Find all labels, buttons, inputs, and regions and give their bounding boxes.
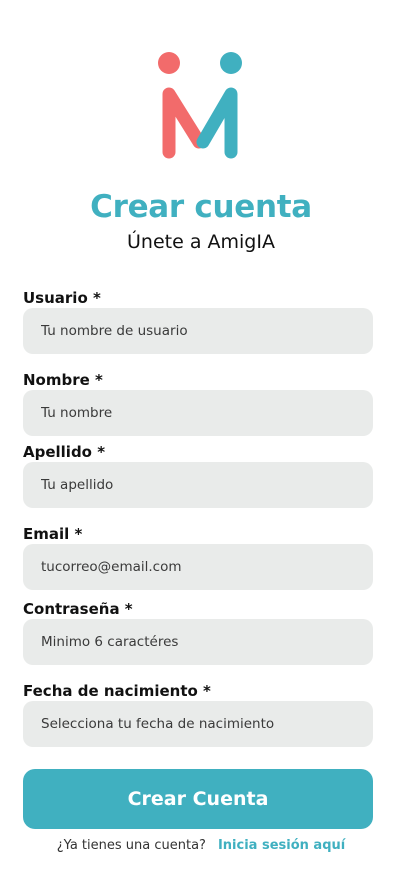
first-name-label: Nombre * — [23, 371, 103, 389]
create-account-button[interactable]: Crear Cuenta — [23, 769, 373, 829]
username-label: Usuario * — [23, 289, 101, 307]
username-input[interactable] — [23, 308, 373, 354]
last-name-input[interactable] — [23, 462, 373, 508]
login-link[interactable]: Inicia sesión aquí — [218, 838, 345, 853]
login-prompt: ¿Ya tienes una cuenta? Inicia sesión aquí — [0, 836, 402, 856]
last-name-label: Apellido * — [23, 443, 106, 461]
password-label: Contraseña * — [23, 600, 133, 618]
birthdate-input[interactable] — [23, 701, 373, 747]
logo-coral-stroke — [162, 87, 206, 159]
login-question: ¿Ya tienes una cuenta? — [56, 838, 206, 853]
page-subtitle: Únete a AmigIA — [127, 231, 275, 253]
email-input[interactable] — [23, 544, 373, 590]
amigia-logo-icon — [158, 52, 242, 159]
password-input[interactable] — [23, 619, 373, 665]
logo-coral-dot — [158, 52, 180, 74]
logo-teal-stroke — [196, 87, 238, 159]
email-label: Email * — [23, 525, 83, 543]
first-name-input[interactable] — [23, 390, 373, 436]
page-title: Crear cuenta — [90, 189, 312, 225]
birthdate-label: Fecha de nacimiento * — [23, 682, 211, 700]
logo-teal-dot — [220, 52, 242, 74]
